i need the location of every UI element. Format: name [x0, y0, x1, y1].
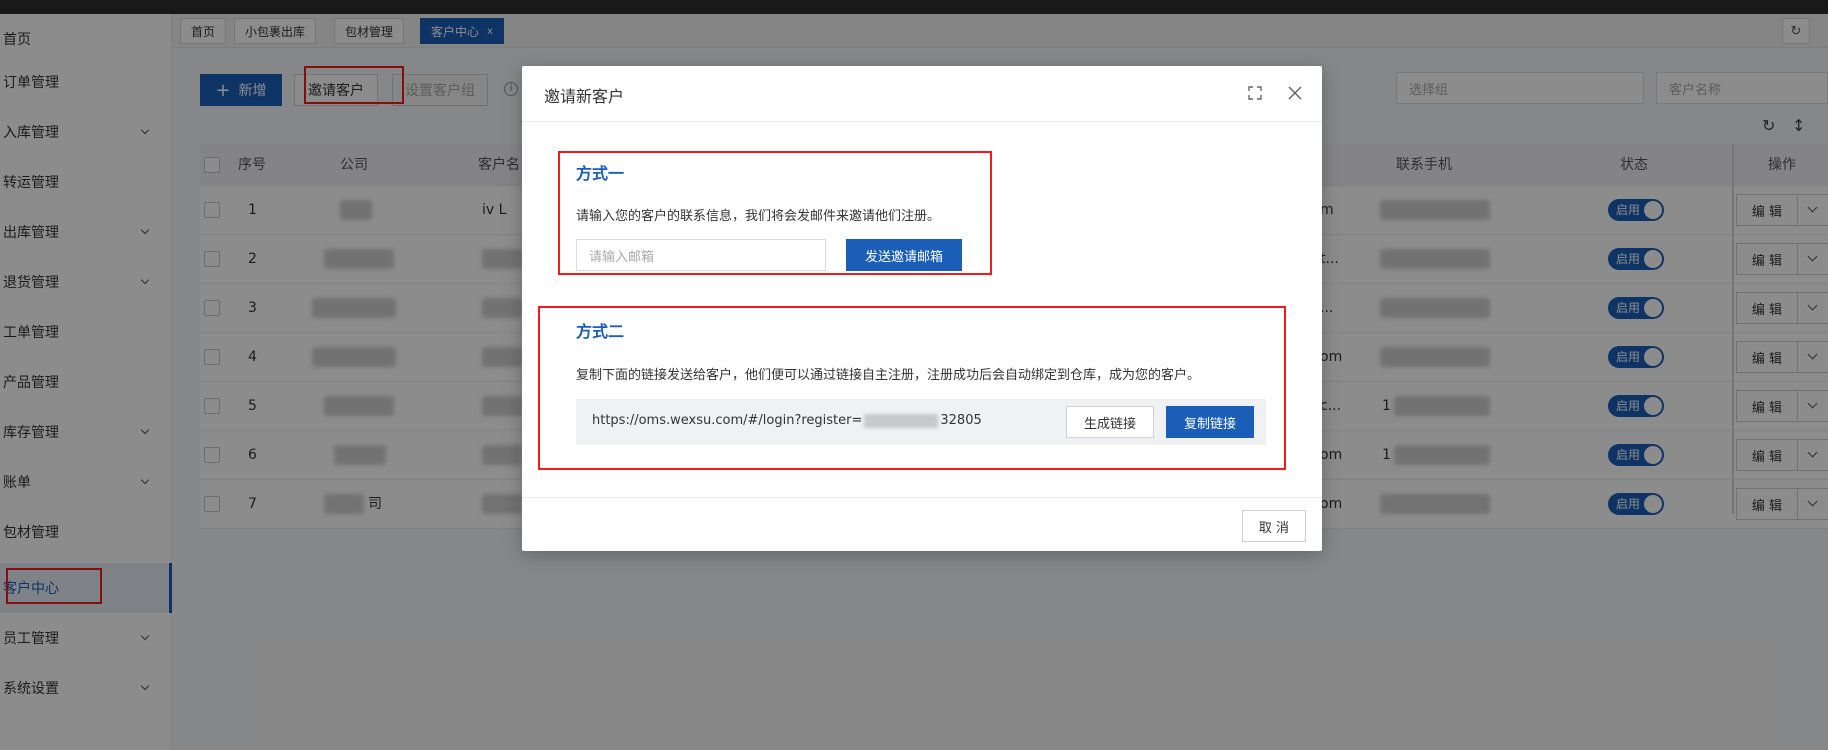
highlight-method-two — [538, 306, 1286, 470]
dialog-title: 邀请新客户 — [544, 87, 625, 106]
cancel-button[interactable]: 取 消 — [1242, 510, 1306, 542]
highlight-method-one — [558, 151, 992, 275]
dialog-header: 邀请新客户 — [522, 66, 1322, 122]
invite-customer-dialog: 邀请新客户 方式一 请输入您的客户的联系信息，我们将会发邮件来邀请他们注册。 请… — [522, 66, 1322, 551]
close-icon[interactable] — [1282, 80, 1308, 106]
cancel-label: 取 消 — [1258, 520, 1290, 536]
dialog-footer: 取 消 — [522, 497, 1322, 551]
fullscreen-icon[interactable] — [1242, 80, 1268, 106]
